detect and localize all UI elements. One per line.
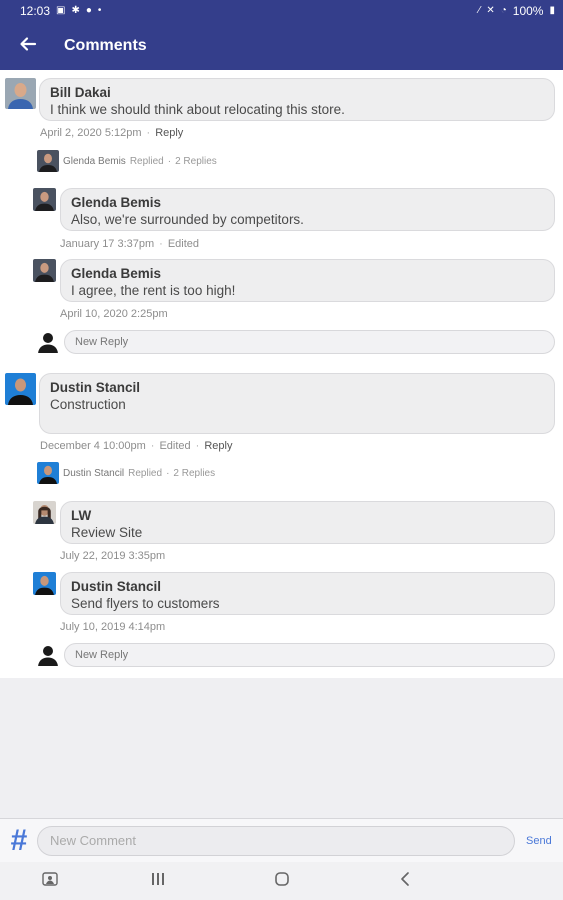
- avatar: [37, 150, 59, 172]
- pen-icon: ⁄: [478, 5, 481, 16]
- reply-text: Review Site: [71, 525, 143, 540]
- edited-label: Edited: [159, 440, 191, 452]
- separator: ·: [166, 467, 170, 479]
- separator: ·: [146, 127, 151, 139]
- back-arrow-icon: [19, 35, 37, 58]
- status-bar: 12:03 ▣ ✱ ● • ⁄ ✕ ◔ 100% ▮: [0, 0, 563, 22]
- replied-summary[interactable]: Dustin Stancil Replied · 2 Replies: [37, 462, 215, 484]
- comment-bubble: Dustin Stancil Construction: [39, 373, 555, 434]
- reply-meta: January 17 3:37pm · Edited: [60, 238, 199, 250]
- comment-composer: # New Comment Send: [0, 818, 563, 862]
- send-button[interactable]: Send: [526, 835, 552, 847]
- recents-nav-button[interactable]: [138, 862, 178, 900]
- battery-percent: 100%: [512, 4, 544, 18]
- reply-text: Also, we're surrounded by competitors.: [71, 212, 304, 227]
- avatar: [33, 188, 56, 211]
- reply-count: 2 Replies: [173, 467, 216, 479]
- avatar: [5, 373, 36, 405]
- more-notifications-icon: •: [97, 5, 102, 16]
- reply-meta: April 10, 2020 2:25pm: [60, 308, 168, 320]
- comment-date: April 2, 2020 5:12pm: [40, 127, 142, 139]
- reply-text: I agree, the rent is too high!: [71, 283, 236, 298]
- reply-date: July 22, 2019 3:35pm: [60, 550, 166, 562]
- new-reply-input[interactable]: New Reply: [64, 330, 555, 354]
- avatar: [33, 501, 56, 524]
- screenshot-nav-button[interactable]: [30, 862, 70, 900]
- battery-icon: ▮: [549, 5, 555, 16]
- avatar: [33, 572, 56, 595]
- avatar: [5, 78, 36, 109]
- reply-meta: July 22, 2019 3:35pm: [60, 550, 165, 562]
- comment-date: December 4 10:00pm: [40, 440, 146, 452]
- mute-icon: ✕: [486, 5, 495, 16]
- reply-author: LW: [71, 508, 92, 523]
- settings-notification-icon: ✱: [71, 5, 80, 16]
- recents-icon: [151, 872, 165, 891]
- home-icon: [274, 871, 290, 892]
- back-button[interactable]: [0, 22, 56, 70]
- status-time: 12:03: [20, 4, 51, 18]
- reply-bubble: LW Review Site: [60, 501, 555, 544]
- comment-meta: December 4 10:00pm · Edited · Reply: [40, 440, 232, 452]
- edited-label: Edited: [167, 238, 200, 250]
- back-nav-icon: [399, 871, 411, 892]
- separator: ·: [159, 238, 163, 250]
- reply-bubble: Dustin Stancil Send flyers to customers: [60, 572, 555, 615]
- reply-bubble: Glenda Bemis Also, we're surrounded by c…: [60, 188, 555, 231]
- reply-count: 2 Replies: [175, 155, 217, 167]
- reply-text: Send flyers to customers: [71, 596, 220, 611]
- replied-label: Replied: [129, 155, 164, 167]
- comment-author: Dustin Stancil: [50, 380, 141, 395]
- comments-list[interactable]: Bill Dakai I think we should think about…: [0, 70, 563, 678]
- comment-text: I think we should think about relocating…: [50, 102, 345, 117]
- separator: ·: [195, 440, 200, 452]
- reply-date: January 17 3:37pm: [60, 238, 155, 250]
- default-avatar-icon: [37, 643, 59, 666]
- avatar: [33, 259, 56, 282]
- new-reply-input[interactable]: New Reply: [64, 643, 555, 667]
- replied-author: Dustin Stancil: [63, 467, 125, 479]
- wifi-icon: ◔: [500, 5, 507, 16]
- reply-date: July 10, 2019 4:14pm: [60, 621, 166, 633]
- reply-author: Dustin Stancil: [71, 579, 162, 594]
- back-nav-button[interactable]: [385, 862, 425, 900]
- new-comment-input[interactable]: New Comment: [37, 825, 515, 856]
- comment-meta: April 2, 2020 5:12pm · Reply: [40, 127, 183, 139]
- system-nav-bar: [0, 862, 563, 900]
- gallery-notification-icon: ▣: [56, 5, 66, 16]
- reply-button[interactable]: Reply: [204, 440, 232, 452]
- reply-date: April 10, 2020 2:25pm: [60, 308, 168, 320]
- reply-meta: July 10, 2019 4:14pm: [60, 621, 165, 633]
- app-bar: Comments: [0, 22, 563, 70]
- separator: ·: [167, 155, 172, 167]
- page-title: Comments: [64, 37, 147, 54]
- avatar: [37, 462, 59, 484]
- comment-text: Construction: [50, 397, 126, 412]
- comment-author: Bill Dakai: [50, 85, 111, 100]
- reply-author: Glenda Bemis: [71, 266, 162, 281]
- reply-author: Glenda Bemis: [71, 195, 162, 210]
- reply-bubble: Glenda Bemis I agree, the rent is too hi…: [60, 259, 555, 302]
- home-nav-button[interactable]: [262, 862, 302, 900]
- separator: ·: [150, 440, 155, 452]
- screenshot-icon: [42, 871, 58, 891]
- reply-button[interactable]: Reply: [155, 127, 183, 139]
- comment-bubble: Bill Dakai I think we should think about…: [39, 78, 555, 121]
- replied-label: Replied: [128, 467, 163, 479]
- location-notification-icon: ●: [85, 5, 92, 16]
- default-avatar-icon: [37, 330, 59, 353]
- replied-summary[interactable]: Glenda Bemis Replied · 2 Replies: [37, 150, 217, 172]
- hash-icon[interactable]: #: [2, 825, 36, 856]
- replied-author: Glenda Bemis: [63, 155, 126, 167]
